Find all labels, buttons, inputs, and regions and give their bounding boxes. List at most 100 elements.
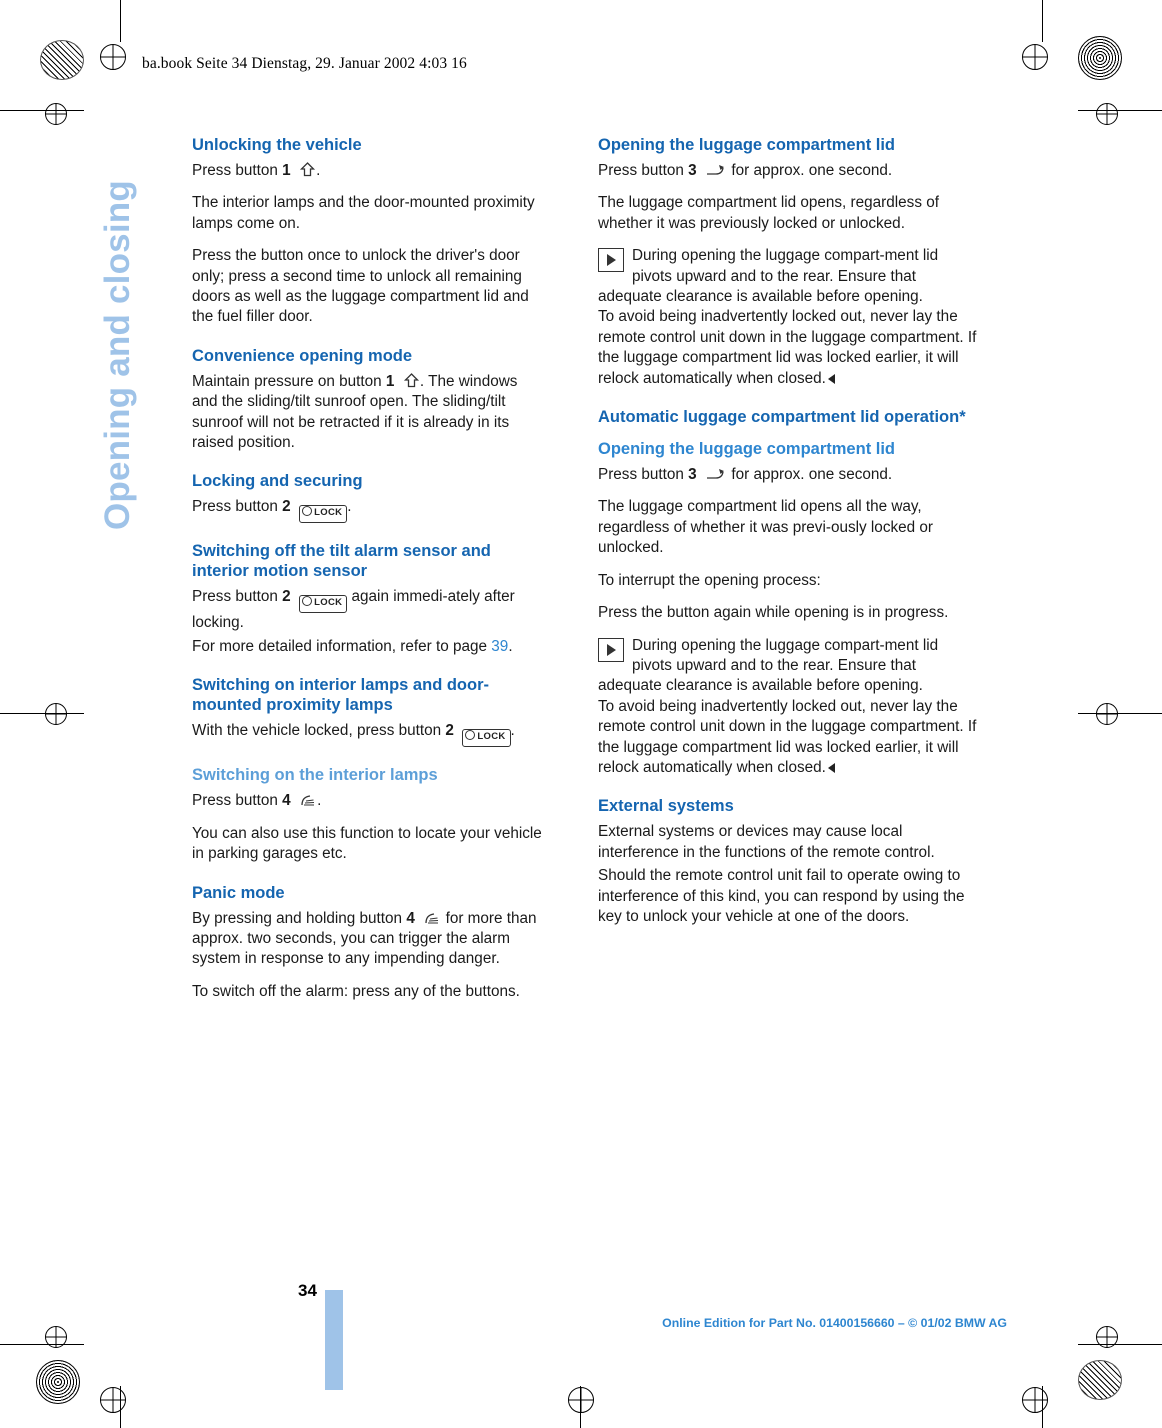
registration-mark-right-mid: [1096, 703, 1118, 725]
button-number-3: 3: [688, 162, 697, 179]
paragraph-external-interference: External systems or devices may cause lo…: [598, 823, 935, 861]
heading-switching-off-tilt-alarm: Switching off the tilt alarm sensor and …: [192, 542, 491, 581]
page-number: 34: [298, 1281, 317, 1300]
heading-automatic-luggage-operation: Automatic luggage compartment lid operat…: [598, 408, 966, 427]
heading-locking-and-securing: Locking and securing: [192, 472, 363, 491]
paragraph-with-vehicle-locked: With the vehicle locked, press button 2 …: [192, 721, 544, 748]
text-press-button-3: Press button: [598, 162, 689, 179]
density-patch-bottom-right: [1078, 1360, 1122, 1400]
crop-mark-top-left-v: [120, 0, 121, 42]
heading-convenience-opening-mode: Convenience opening mode: [192, 346, 413, 365]
interior-lamp-icon: [423, 911, 441, 926]
button-number-2c: 2: [445, 722, 454, 740]
text-by-pressing-holding: By pressing and holding button: [192, 909, 407, 927]
registration-mark-bottom-right: [1022, 1387, 1048, 1413]
registration-mark-right-bottom: [1096, 1326, 1118, 1348]
density-patch-top-left: [40, 40, 84, 80]
crop-mark-right-bottom-h: [1078, 1344, 1162, 1345]
crop-mark-left-bottom-h: [0, 1344, 84, 1345]
button-number-4: 4: [282, 792, 291, 810]
end-of-note-marker: [827, 762, 835, 773]
paragraph-press-once-unlock: Press the button once to unlock the driv…: [192, 247, 529, 326]
note-text-tail-wrapper-2: To avoid being inadvertently locked out,…: [598, 697, 978, 779]
paragraph-panic-mode-desc: By pressing and holding button 4 for mor…: [192, 909, 544, 970]
crop-mark-left-top-h: [0, 110, 84, 111]
registration-mark-right-top: [1096, 103, 1118, 125]
registration-mark-top-right: [1022, 44, 1048, 70]
heading-opening-luggage-lid-auto: Opening the luggage compartment lid: [598, 440, 896, 459]
paragraph-interrupt-opening: To interrupt the opening process:: [598, 571, 821, 589]
lock-icon-dot: [302, 596, 313, 607]
chapter-title: Opening and closing: [98, 180, 137, 530]
button-number-1: 1: [282, 162, 291, 179]
heading-switching-on-interior-lamps-proximity: Switching on interior lamps and door-mou…: [192, 676, 490, 715]
right-text-column: Opening the luggage compartment lid Pres…: [598, 135, 978, 939]
text-period-3: .: [508, 637, 513, 655]
button-number-4b: 4: [406, 909, 415, 927]
paragraph-press-button-4: Press button 4 .: [192, 791, 544, 811]
lock-icon-label: LOCK: [477, 731, 506, 743]
left-text-column: Unlocking the vehicle Press button 1 . T…: [192, 135, 544, 1014]
unlock-icon: [403, 372, 420, 389]
lock-icon: LOCK: [462, 729, 511, 748]
crop-mark-left-mid-h: [0, 713, 84, 714]
text-with-vehicle-locked: With the vehicle locked, press button: [192, 722, 446, 740]
note-text-tail: To avoid being inadvertently locked out,…: [598, 697, 977, 776]
paragraph-locate-vehicle: You can also use this function to locate…: [192, 824, 542, 863]
trunk-release-icon: [705, 467, 727, 482]
registration-mark-left-top: [45, 103, 67, 125]
note-arrow-icon: [598, 248, 624, 273]
text-press-button-2: Press button: [192, 498, 283, 516]
lock-icon: LOCK: [299, 595, 348, 614]
text-for-approx-one-second: for approx. one second.: [727, 162, 893, 179]
paragraph-press-button-1: Press button 1 .: [192, 161, 544, 181]
page-reference-link[interactable]: 39: [491, 638, 508, 655]
registration-mark-top-left: [100, 44, 126, 70]
text-maintain-pressure: Maintain pressure on button: [192, 372, 386, 390]
text-for-approx-one-second-b: for approx. one second.: [727, 466, 893, 484]
paragraph-press-button-3: Press button 3 for approx. one second.: [598, 161, 978, 181]
heading-external-systems: External systems: [598, 797, 734, 816]
registration-mark-bottom-mid: [568, 1387, 594, 1413]
lock-icon-label: LOCK: [314, 597, 343, 609]
paragraph-press-button-2-again: Press button 2 LOCK again immedi-ately a…: [192, 587, 544, 633]
trunk-release-icon: [705, 163, 727, 178]
registration-mark-left-bottom: [45, 1326, 67, 1348]
note-box-opening-pivot-2: During opening the luggage compart-ment …: [598, 636, 978, 779]
file-header-line: ba.book Seite 34 Dienstag, 29. Januar 20…: [142, 55, 467, 72]
online-edition-notice: Online Edition for Part No. 01400156660 …: [662, 1316, 1007, 1330]
button-number-2b: 2: [282, 588, 291, 606]
lock-icon-dot: [465, 730, 476, 741]
crop-mark-right-mid-h: [1078, 713, 1162, 714]
heading-opening-luggage-compartment-lid: Opening the luggage compartment lid: [598, 136, 896, 154]
crop-mark-top-right-v: [1042, 0, 1043, 42]
text-press-button-3b: Press button: [598, 466, 689, 484]
text-period: .: [316, 162, 321, 179]
text-press-button: Press button: [192, 162, 283, 179]
heading-panic-mode: Panic mode: [192, 883, 285, 902]
button-number-3b: 3: [688, 466, 697, 484]
unlock-icon: [299, 161, 316, 178]
heading-switching-on-the-interior-lamps: Switching on the interior lamps: [192, 766, 438, 785]
text-press-button-2b: Press button: [192, 588, 283, 606]
note-text-tail-wrapper: To avoid being inadvertently locked out,…: [598, 307, 978, 389]
halftone-dot-top-right: [1078, 36, 1122, 80]
paragraph-lid-opens-regardless: The luggage compartment lid opens, regar…: [598, 194, 939, 232]
paragraph-convenience-opening: Maintain pressure on button 1 . The wind…: [192, 372, 544, 454]
note-box-opening-pivot-1: During opening the luggage compart-ment …: [598, 246, 978, 389]
note-arrow-icon: [598, 637, 624, 662]
paragraph-press-again-while-opening: Press the button again while opening is …: [598, 604, 949, 622]
heading-unlocking-the-vehicle: Unlocking the vehicle: [192, 136, 362, 154]
paragraph-lid-opens-all-the-way: The luggage compartment lid opens all th…: [598, 498, 933, 557]
text-press-button-4: Press button: [192, 792, 283, 810]
lock-icon-dot: [302, 506, 313, 517]
text-more-info: For more detailed information, refer to …: [192, 637, 492, 655]
text-period-5: .: [317, 792, 322, 810]
paragraph-remote-fail-use-key: Should the remote control unit fail to o…: [598, 867, 965, 925]
crop-mark-right-top-h: [1078, 110, 1162, 111]
note-text-tail: To avoid being inadvertently locked out,…: [598, 308, 977, 387]
halftone-dot-bottom-left: [36, 1360, 80, 1404]
button-number-2: 2: [282, 498, 291, 516]
registration-mark-left-mid: [45, 703, 67, 725]
button-number-1-conv: 1: [385, 372, 395, 390]
